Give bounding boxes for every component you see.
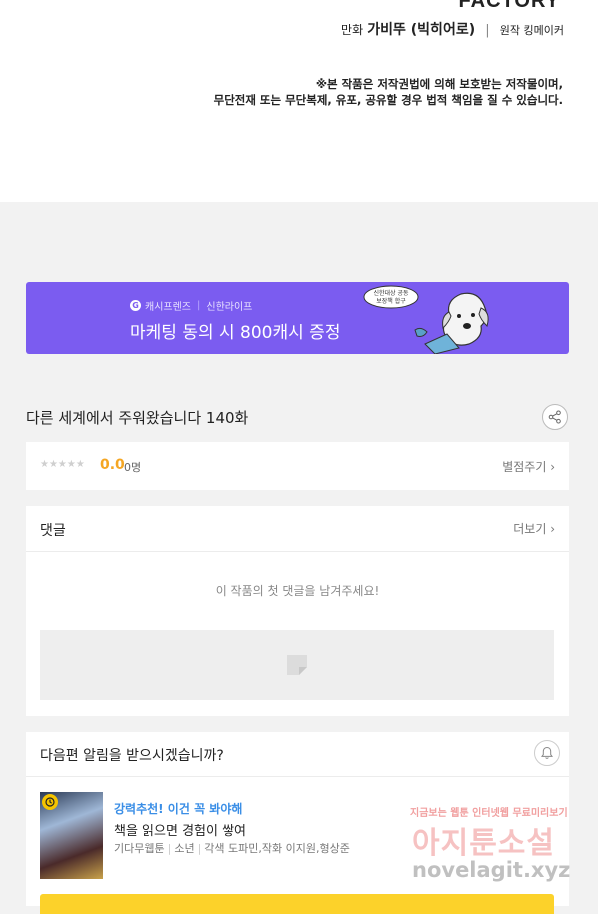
wait-free-clock-icon [42, 794, 58, 810]
meta-genre: 소년 [174, 842, 195, 855]
bubble-line-1: 신한대상 공동 [373, 289, 409, 297]
rating-count: 0명 [124, 461, 142, 474]
rate-link[interactable]: 별점주기 › [502, 458, 555, 475]
comment-placeholder-icon [287, 655, 307, 675]
rating-stars[interactable]: ★★★★★ [40, 459, 85, 470]
banner-brand-right: 신한라이프 [206, 302, 253, 313]
bell-icon [541, 746, 553, 759]
cashfriends-logo-icon: G [130, 300, 141, 311]
share-button[interactable] [542, 404, 568, 430]
banner-brand-left: 캐시프렌즈 [145, 302, 191, 313]
notify-card: 다음편 알림을 받으시겠습니까? 강력추천! 이건 꼭 봐야해 책을 읽으면 경… [26, 732, 569, 914]
episode-footer: FACTORY 만화 가비뚜 (빅히어로) | 원작 킹메이커 ※본 작품은 저… [0, 0, 598, 202]
original-author: 원작 킹메이커 [499, 24, 564, 37]
comment-header: 댓글 더보기 › [26, 506, 569, 552]
dog-mascot-icon: 신한대상 공동 보장책 합구 [363, 285, 489, 354]
art-role: 만화 [341, 23, 364, 37]
publisher-logo: FACTORY [458, 0, 560, 12]
banner-brand-divider: | [197, 300, 201, 311]
more-comments-link[interactable]: 더보기 › [513, 520, 555, 537]
banner-brand: G 캐시프렌즈 | 신한라이프 [130, 298, 252, 313]
notify-bell-button[interactable] [534, 740, 560, 766]
notify-question: 다음편 알림을 받으시겠습니까? [40, 748, 224, 764]
notify-header: 다음편 알림을 받으시겠습니까? [26, 732, 569, 777]
comment-card: 댓글 더보기 › 이 작품의 첫 댓글을 남겨주세요! [26, 506, 569, 716]
bubble-line-2: 보장책 합구 [376, 297, 406, 305]
copyright-notice: ※본 작품은 저작권법에 의해 보호받는 저작물이며, 무단전재 또는 무단복제… [214, 76, 563, 108]
credits-separator: | [485, 23, 490, 38]
empty-comment-message: 이 작품의 첫 댓글을 남겨주세요! [215, 584, 380, 598]
comment-input[interactable] [40, 630, 554, 700]
marketing-banner[interactable]: G 캐시프렌즈 | 신한라이프 마케팅 동의 시 800캐시 증정 신한대상 공… [26, 282, 569, 354]
banner-title: 마케팅 동의 시 800캐시 증정 [130, 323, 341, 343]
recommendation-title[interactable]: 책을 읽으면 경험이 쌓여 [114, 820, 246, 839]
comment-title: 댓글 [40, 523, 66, 539]
meta-authors: 각색 도파민,작화 이지원,형상준 [204, 842, 350, 855]
meta-type: 기다무웹툰 [114, 842, 165, 855]
recommendation-action-button[interactable] [40, 894, 554, 914]
episode-title: 다른 세계에서 주워왔습니다 140화 [26, 409, 249, 427]
art-name: 가비뚜 (빅히어로) [367, 22, 476, 38]
copyright-line-1: ※본 작품은 저작권법에 의해 보호받는 저작물이며, [315, 77, 563, 91]
share-icon [548, 410, 561, 424]
recommendation-meta: 기다무웹툰 | 소년 | 각색 도파민,작화 이지원,형상준 [114, 842, 350, 855]
recommendation-label: 강력추천! 이건 꼭 봐야해 [114, 802, 243, 816]
recommendation-thumbnail[interactable] [40, 792, 103, 879]
copyright-line-2: 무단전재 또는 무단복제, 유포, 공유할 경우 법적 책임을 질 수 있습니다… [213, 93, 563, 107]
rating-card: ★★★★★ 0.0 0명 별점주기 › [26, 442, 569, 490]
rating-score: 0.0 [100, 457, 125, 473]
credits: 만화 가비뚜 (빅히어로) | 원작 킹메이커 [341, 19, 564, 39]
